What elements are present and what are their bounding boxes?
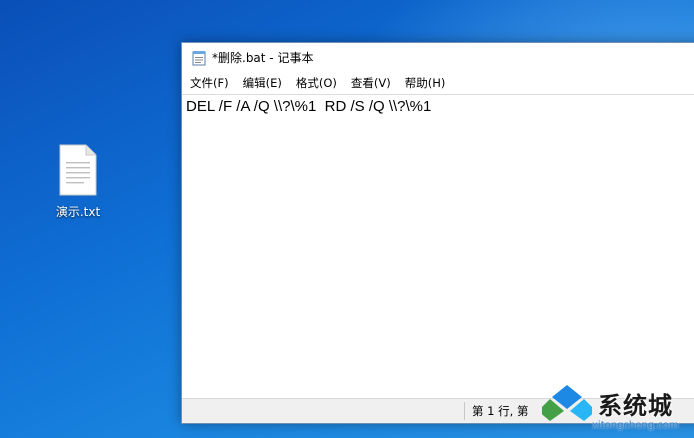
- text-editor[interactable]: DEL /F /A /Q \\?\%1 RD /S /Q \\?\%1: [182, 94, 694, 399]
- menu-edit[interactable]: 编辑(E): [236, 73, 289, 93]
- watermark-url: xitongcheng.com: [592, 420, 679, 431]
- watermark-title: 系统城: [598, 392, 673, 420]
- menu-view[interactable]: 查看(V): [344, 73, 398, 93]
- notepad-window[interactable]: *删除.bat - 记事本 文件(F) 编辑(E) 格式(O) 查看(V) 帮助…: [181, 42, 694, 424]
- status-divider: [464, 402, 465, 420]
- desktop-icon-file[interactable]: 演示.txt: [40, 140, 116, 220]
- menu-file[interactable]: 文件(F): [183, 73, 236, 93]
- menu-format[interactable]: 格式(O): [289, 73, 344, 93]
- menu-bar: 文件(F) 编辑(E) 格式(O) 查看(V) 帮助(H): [182, 72, 694, 94]
- window-title: *删除.bat - 记事本: [212, 51, 314, 65]
- notepad-icon: [192, 50, 206, 66]
- desktop-icon-label: 演示.txt: [55, 205, 101, 219]
- watermark-logo-icon: [542, 385, 592, 421]
- watermark: 系统城 xitongcheng.com: [540, 380, 694, 438]
- desktop: 演示.txt *删除.bat - 记事本 文件(F) 编辑(E) 格式(O) 查…: [0, 0, 694, 438]
- menu-help[interactable]: 帮助(H): [398, 73, 453, 93]
- title-bar[interactable]: *删除.bat - 记事本: [182, 43, 694, 72]
- text-file-icon: [58, 144, 98, 196]
- cursor-position: 第 1 行, 第: [472, 404, 529, 418]
